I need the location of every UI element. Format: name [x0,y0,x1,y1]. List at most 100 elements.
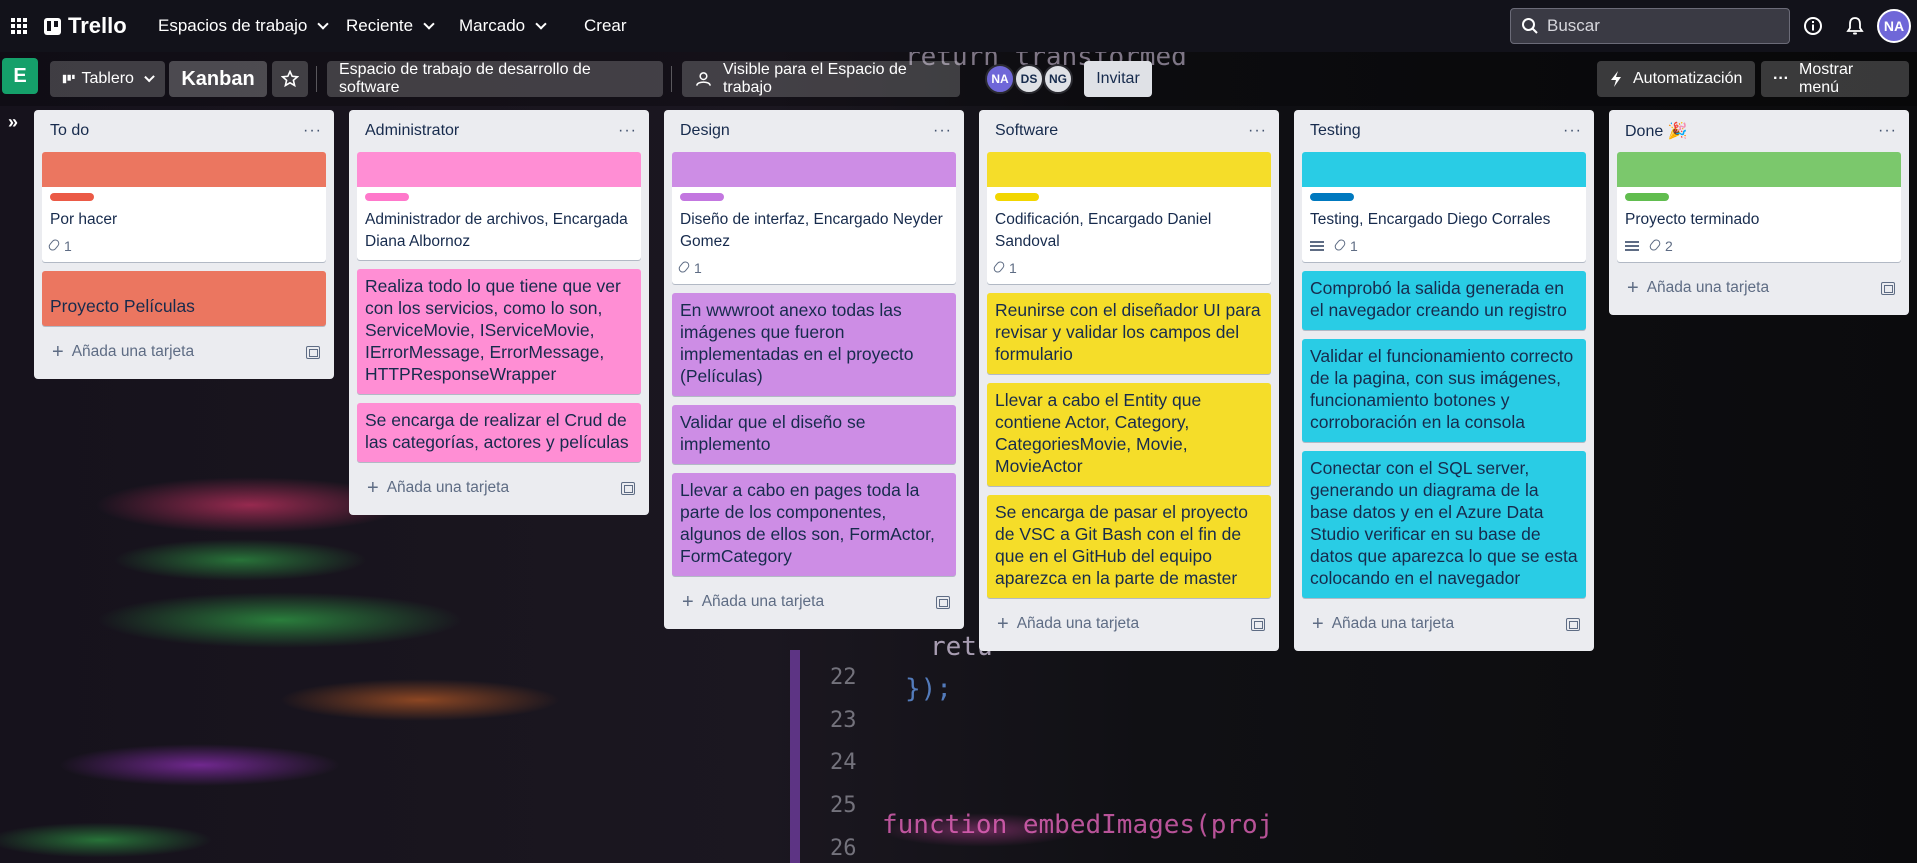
list-title[interactable]: Design [680,122,730,140]
card[interactable]: Proyecto Películas [42,271,326,326]
card[interactable]: Validar el funcionamiento correcto de la… [1302,339,1586,442]
card-label[interactable] [1310,193,1354,201]
list-menu-icon[interactable]: ··· [1878,122,1897,140]
search-input[interactable]: Buscar [1510,8,1790,44]
card[interactable]: Por hacer 1 [42,152,326,262]
list-title[interactable]: Administrator [365,122,459,140]
card-cover [42,152,326,187]
add-card-button[interactable]: + Añada una tarjeta [997,614,1139,634]
list-header[interactable]: To do ··· [42,110,326,152]
add-card-button[interactable]: + Añada una tarjeta [367,478,509,498]
star-board-button[interactable] [272,61,308,97]
list-title[interactable]: Done 🎉 [1625,121,1688,141]
member-avatar[interactable]: NA [985,64,1015,94]
card-body: Testing, Encargado Diego Corrales 1 [1302,187,1586,262]
list-title[interactable]: To do [50,122,89,140]
create-button[interactable]: Crear [584,0,627,52]
workspace-name-button[interactable]: Espacio de trabajo de desarrollo de soft… [327,61,663,97]
card-label[interactable] [1625,193,1669,201]
card-template-icon[interactable] [1881,281,1895,295]
attachment-count: 1 [694,260,702,276]
list-menu-icon[interactable]: ··· [618,122,637,140]
card[interactable]: Realiza todo lo que tiene que ver con lo… [357,269,641,394]
info-icon[interactable] [1803,0,1823,52]
card[interactable]: Diseño de interfaz, Encargado Neyder Gom… [672,152,956,284]
list-menu-icon[interactable]: ··· [1248,122,1267,140]
card[interactable]: Conectar con el SQL server, generando un… [1302,451,1586,598]
card[interactable]: Llevar a cabo el Entity que contiene Act… [987,383,1271,486]
card-badges: 1 [992,259,1263,277]
add-card-button[interactable]: + Añada una tarjeta [52,342,195,362]
expand-sidebar-icon[interactable]: » [8,112,18,133]
menu-workspaces[interactable]: Espacios de trabajo [158,0,329,52]
add-card-row: + Añada una tarjeta [1617,271,1901,305]
workspace-badge[interactable]: E [2,58,38,94]
background-code-line: function embedImages(proj [882,810,1274,840]
card-template-icon[interactable] [1566,617,1580,631]
menu-recent[interactable]: Reciente [346,0,435,52]
card-label[interactable] [50,193,94,201]
board-title[interactable]: Kanban [169,61,267,97]
list-title[interactable]: Software [995,122,1058,140]
trello-logo[interactable]: Trello [44,0,127,52]
attachment-badge: 1 [47,237,72,254]
show-menu-button[interactable]: ··· Mostrar menú [1761,61,1909,97]
description-icon [1310,241,1324,251]
menu-starred[interactable]: Marcado [459,0,547,52]
card-template-icon[interactable] [1251,617,1265,631]
list-title[interactable]: Testing [1310,122,1361,140]
board-view-label: Tablero [81,70,134,87]
card-template-icon[interactable] [306,345,320,359]
card[interactable]: Validar que el diseño se implemento [672,405,956,464]
card-badges: 2 [1625,237,1893,255]
add-card-button[interactable]: + Añada una tarjeta [1627,278,1769,298]
card-label[interactable] [995,193,1039,201]
workspace-letter: E [13,64,27,87]
add-card-button[interactable]: + Añada una tarjeta [682,592,824,612]
list-menu-icon[interactable]: ··· [303,122,322,140]
attachment-count: 1 [1350,238,1358,254]
card-badges: 1 [677,259,948,277]
card-template-icon[interactable] [936,595,950,609]
list-menu-icon[interactable]: ··· [1563,122,1582,140]
attachment-badge: 1 [677,259,702,276]
card-badges: 1 [1310,237,1578,255]
invite-button[interactable]: Invitar [1084,61,1152,97]
list-menu-icon[interactable]: ··· [933,122,952,140]
card-label[interactable] [365,193,409,201]
list-header[interactable]: Testing ··· [1302,110,1586,152]
user-avatar[interactable]: NA [1877,9,1911,43]
card-cover [1302,152,1586,187]
card[interactable]: Se encarga de realizar el Crud de las ca… [357,403,641,462]
card[interactable]: Proyecto terminado 2 [1617,152,1901,262]
add-card-button[interactable]: + Añada una tarjeta [1312,614,1454,634]
top-navigation-bar: Trello Espacios de trabajo Reciente Marc… [0,0,1917,52]
card[interactable]: Testing, Encargado Diego Corrales 1 [1302,152,1586,262]
list-header[interactable]: Done 🎉 ··· [1617,110,1901,152]
visibility-button[interactable]: Visible para el Espacio de trabajo [682,61,960,97]
list-header[interactable]: Administrator ··· [357,110,641,152]
add-card-label: Añada una tarjeta [71,343,195,360]
card[interactable]: Administrador de archivos, Encargada Dia… [357,152,641,260]
card[interactable]: En wwwroot anexo todas las imágenes que … [672,293,956,396]
member-initials: NA [991,72,1009,86]
automation-button[interactable]: Automatización [1597,61,1755,97]
chevron-down-icon [423,17,435,30]
card[interactable]: Se encarga de pasar el proyecto de VSC a… [987,495,1271,598]
card[interactable]: Reunirse con el diseñador UI para revisa… [987,293,1271,374]
board-view-switcher[interactable]: Tablero [50,61,165,97]
list-header[interactable]: Software ··· [987,110,1271,152]
card[interactable]: Llevar a cabo en pages toda la parte de … [672,473,956,576]
card[interactable]: Codificación, Encargado Daniel Sandoval 1 [987,152,1271,284]
apps-grid-icon[interactable] [10,0,30,52]
member-avatar[interactable]: DS [1014,64,1044,94]
list-column: Software ··· Codificación, Encargado Danie… [979,110,1279,651]
trello-logo-text: Trello [68,13,127,38]
list-header[interactable]: Design ··· [672,110,956,152]
member-avatar[interactable]: NG [1043,64,1073,94]
card-template-icon[interactable] [621,481,635,495]
notifications-bell-icon[interactable] [1846,0,1864,52]
lightning-icon [1611,71,1621,87]
card-label[interactable] [680,193,724,201]
card[interactable]: Comprobó la salida generada en el navega… [1302,271,1586,330]
